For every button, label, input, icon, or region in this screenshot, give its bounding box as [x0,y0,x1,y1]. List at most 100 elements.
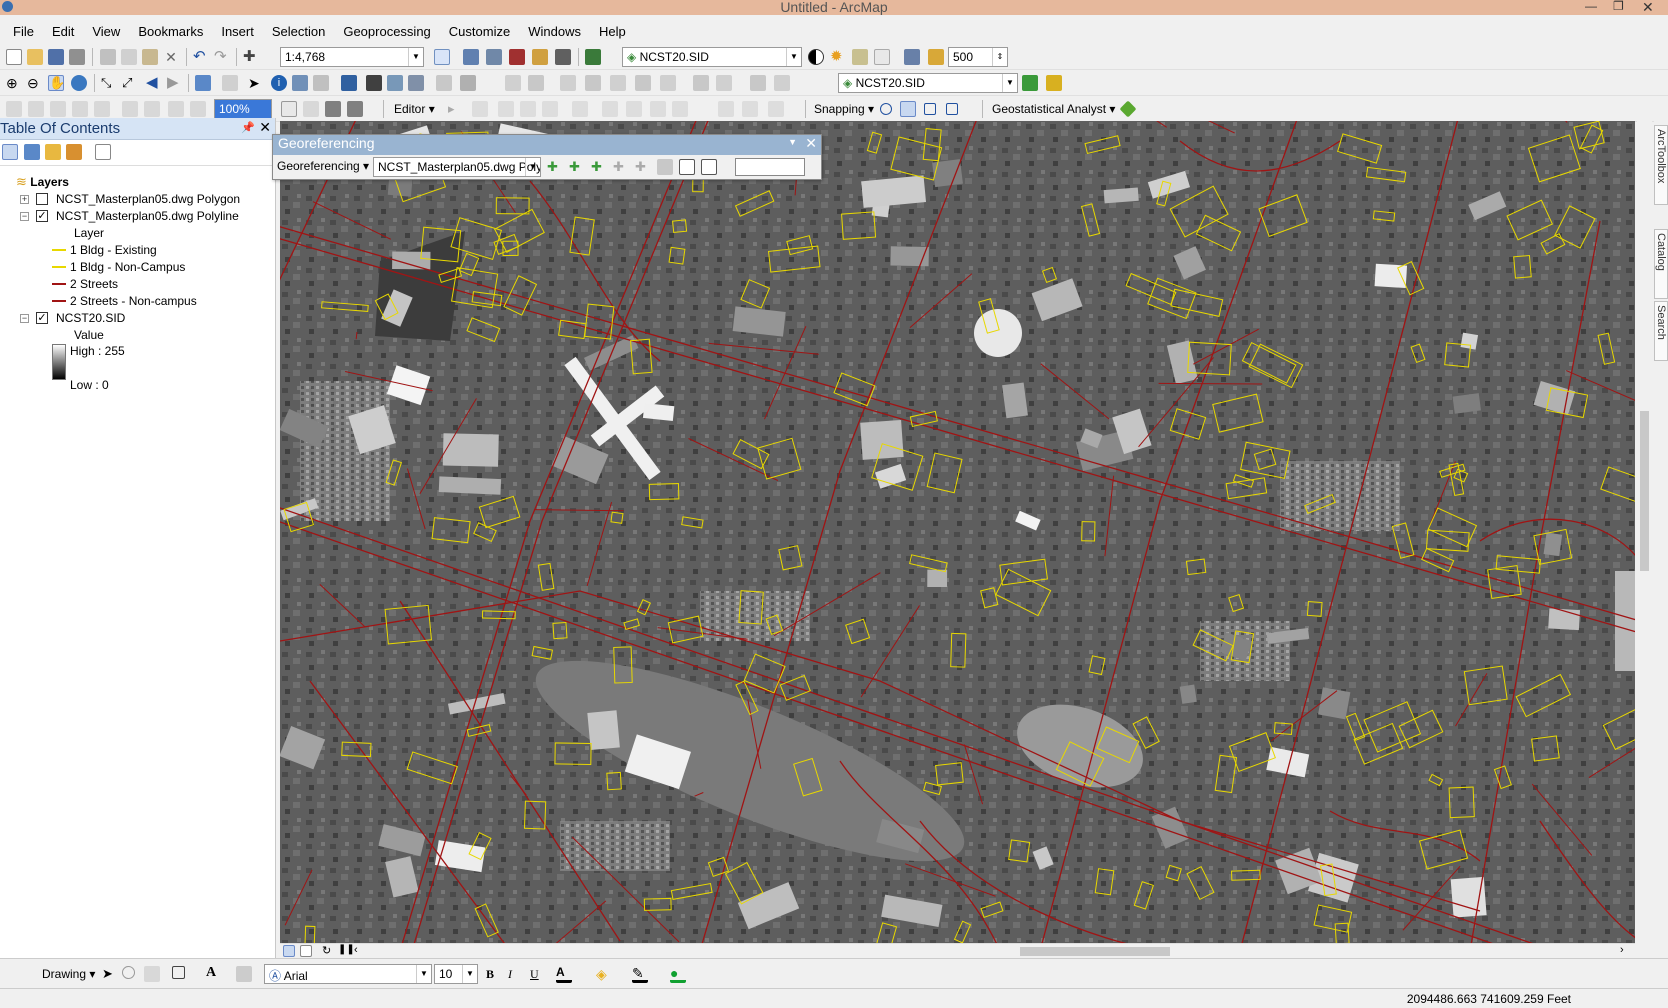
contrast-icon[interactable] [808,49,824,65]
image-analysis-layer-combo[interactable]: ◈ NCST20.SID ▼ [838,73,1018,93]
georef-target-layer-combo[interactable]: NCST_Masterplan05.dwg Polyline ▼ [373,157,541,177]
chevron-down-icon[interactable]: ▼ [525,158,540,176]
arctoolbox-icon[interactable] [532,49,548,65]
snapping-menu-button[interactable]: Snapping ▾ [814,102,874,116]
catalog-window-icon[interactable] [486,49,502,65]
font-color-icon[interactable]: A [556,965,572,983]
layers-root[interactable]: ≋ Layers [16,174,69,190]
layout-tool-icon[interactable] [190,101,206,117]
viewer-icon[interactable] [657,159,673,175]
clear-selection-icon[interactable] [222,75,238,91]
edit-tool-icon[interactable] [472,101,488,117]
transparency-icon[interactable] [852,49,868,65]
layout-tool-icon[interactable] [281,101,297,117]
map-view[interactable] [280,121,1635,943]
select-link-icon[interactable]: ✚ [591,159,607,175]
layer-visibility-checkbox[interactable]: ✓ [36,210,48,222]
pan-hand-icon[interactable]: ✋ [48,75,65,91]
layout-tool-icon[interactable] [28,101,44,117]
vertical-scrollbar[interactable] [1637,121,1652,943]
swipe-icon[interactable] [874,49,890,65]
vertex-snap-icon[interactable] [924,103,936,115]
html-popup-icon[interactable] [292,75,308,91]
layout-view-icon[interactable] [300,945,312,957]
edit-tool-icon[interactable] [672,101,688,117]
redo-icon[interactable]: ↷ [214,49,230,65]
delete-icon[interactable]: ✕ [163,49,179,65]
forward-extent-icon[interactable]: ▶ [167,75,183,91]
back-extent-icon[interactable]: ◀ [146,75,162,91]
dropdown-icon[interactable]: ▼ [788,137,797,147]
pyramids-icon[interactable] [904,49,920,65]
toolbar-tool-icon[interactable] [774,75,790,91]
chevron-down-icon[interactable]: ▼ [462,965,477,983]
layout-tool-icon[interactable] [325,101,341,117]
restore-icon[interactable]: ❐ [1613,0,1624,13]
minimize-icon[interactable]: — [1585,0,1597,13]
identify-icon[interactable]: i [271,75,287,91]
marker-color-icon[interactable]: ● [670,965,686,983]
list-by-visibility-icon[interactable] [45,144,61,160]
bold-icon[interactable]: B [486,967,502,983]
map-scale-combo[interactable]: 1:4,768 ▼ [280,47,424,67]
text-icon[interactable]: A [206,965,222,981]
python-window-icon[interactable] [555,49,571,65]
add-data-icon[interactable]: ✚ [243,49,259,65]
open-folder-icon[interactable] [27,49,43,65]
resample-icon[interactable] [928,49,944,65]
horizontal-scroll-thumb[interactable] [1020,947,1170,956]
menu-file[interactable]: File [4,24,43,39]
chevron-down-icon[interactable]: ▼ [1002,74,1017,92]
layout-tool-icon[interactable] [94,101,110,117]
edit-tool-icon[interactable] [768,101,784,117]
layout-tool-icon[interactable] [144,101,160,117]
point-snap-icon[interactable] [880,103,892,115]
zoom-in-icon[interactable]: ⊕ [6,75,22,91]
callout-icon[interactable] [236,966,252,982]
rectangle-icon[interactable] [172,966,185,979]
layout-tool-icon[interactable] [122,101,138,117]
time-slider-icon[interactable] [436,75,452,91]
save-icon[interactable] [48,49,64,65]
layout-tool-icon[interactable] [72,101,88,117]
menu-bookmarks[interactable]: Bookmarks [129,24,212,39]
layout-tool-icon[interactable] [6,101,22,117]
menu-view[interactable]: View [83,24,129,39]
expand-icon[interactable]: + [20,195,29,204]
fill-color-icon[interactable]: ◈ [596,966,612,982]
menu-windows[interactable]: Windows [519,24,590,39]
select-elements-icon[interactable]: ➤ [248,75,264,91]
toolbar-tool-icon[interactable] [716,75,732,91]
toc-window-icon[interactable] [463,49,479,65]
edit-tool-icon[interactable] [572,101,588,117]
link-table-icon[interactable] [679,159,695,175]
search-window-icon[interactable] [509,49,525,65]
rotate-icon[interactable] [701,159,717,175]
georef-layer-combo[interactable]: ◈ NCST20.SID ▼ [622,47,802,67]
paste-icon[interactable] [142,49,158,65]
toolbar-tool-icon[interactable] [505,75,521,91]
menu-customize[interactable]: Customize [440,24,519,39]
collapse-icon[interactable]: − [20,314,29,323]
underline-icon[interactable]: U [530,967,546,983]
editor-toolbar-icon[interactable] [434,49,450,65]
tab-search[interactable]: Search [1654,301,1668,361]
rotation-value-input[interactable] [735,158,805,176]
measure-icon[interactable] [341,75,357,91]
delete-link-icon[interactable]: ✚ [635,159,651,175]
toolbar-tool-icon[interactable] [635,75,651,91]
toolbar-tool-icon[interactable] [560,75,576,91]
pin-icon[interactable]: 📌 [241,121,255,134]
close-icon[interactable]: ✕ [259,119,271,136]
hyperlink-icon[interactable] [313,75,329,91]
line-color-icon[interactable]: ✎ [632,965,648,983]
menu-geoprocessing[interactable]: Geoprocessing [334,24,439,39]
histogram-icon[interactable] [1046,75,1062,91]
histogram-stretch-icon[interactable] [1022,75,1038,91]
full-extent-icon[interactable] [71,75,87,91]
menu-edit[interactable]: Edit [43,24,83,39]
menu-help[interactable]: Help [590,24,635,39]
copy-icon[interactable] [121,49,137,65]
rotate-element-icon[interactable] [122,966,135,979]
zoom-to-elements-icon[interactable] [144,966,160,982]
